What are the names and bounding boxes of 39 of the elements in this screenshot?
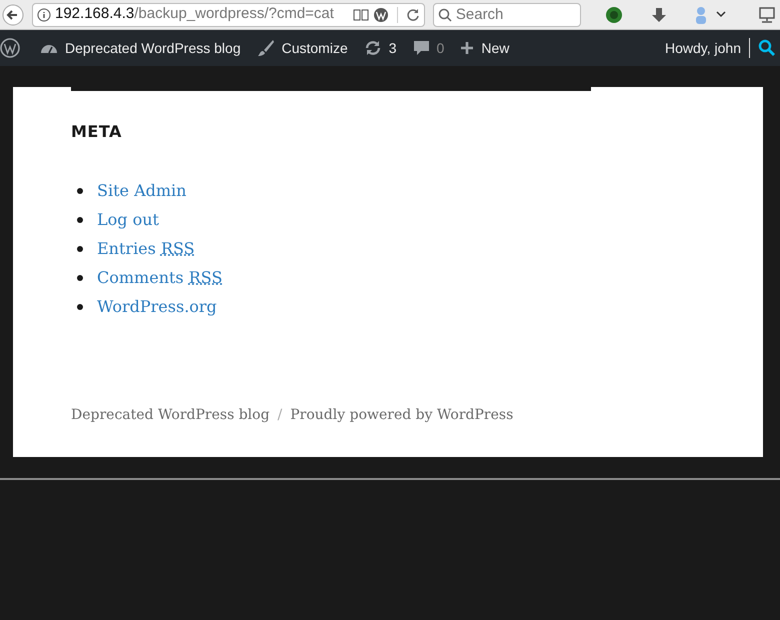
search-icon[interactable] <box>758 39 776 57</box>
search-icon <box>438 8 452 22</box>
monitor-icon[interactable] <box>758 6 776 24</box>
meta-link[interactable]: Comments RSS <box>97 263 222 292</box>
widget-title: META <box>71 121 123 143</box>
bullet-icon <box>77 246 83 252</box>
shield-icon[interactable] <box>604 6 623 24</box>
powered-by-link[interactable]: Proudly powered by WordPress <box>290 405 514 426</box>
circle-w-icon[interactable] <box>372 6 389 22</box>
bullet-icon <box>77 216 83 222</box>
brush-icon <box>256 39 275 57</box>
updates-icon <box>364 39 382 57</box>
new-content-link[interactable]: New <box>452 30 518 66</box>
info-icon[interactable] <box>37 8 51 22</box>
address-bar[interactable]: 192.168.4.3/backup_wordpress/?cmd=cat <box>32 2 425 26</box>
meta-link[interactable]: Site Admin <box>97 176 186 205</box>
bullet-icon <box>77 304 83 310</box>
meta-link[interactable]: Entries RSS <box>97 234 195 263</box>
reload-icon[interactable] <box>406 8 420 22</box>
wordpress-logo-icon <box>0 38 20 58</box>
plus-icon <box>460 41 474 55</box>
bullet-icon <box>77 274 83 280</box>
url-text: 192.168.4.3/backup_wordpress/?cmd=cat <box>55 4 334 24</box>
comments-link[interactable]: 0 <box>404 30 452 66</box>
meta-link[interactable]: Log out <box>97 205 159 234</box>
site-name-link[interactable]: Deprecated WordPress blog <box>32 30 249 66</box>
bullet-icon <box>77 188 83 194</box>
search-field[interactable]: Search <box>432 2 581 26</box>
meta-link[interactable]: WordPress.org <box>97 292 217 321</box>
reader-view-icon[interactable] <box>352 8 369 22</box>
account-link[interactable]: Howdy, john <box>656 38 750 58</box>
comment-bubble-icon <box>412 40 430 56</box>
separator-text: / <box>278 406 282 425</box>
customize-link[interactable]: Customize <box>248 30 356 66</box>
download-icon[interactable] <box>650 6 667 24</box>
updates-link[interactable]: 3 <box>356 30 405 66</box>
chevron-icon[interactable] <box>716 10 726 18</box>
footer-site-link[interactable]: Deprecated WordPress blog <box>71 405 270 426</box>
back-icon[interactable] <box>2 4 24 26</box>
